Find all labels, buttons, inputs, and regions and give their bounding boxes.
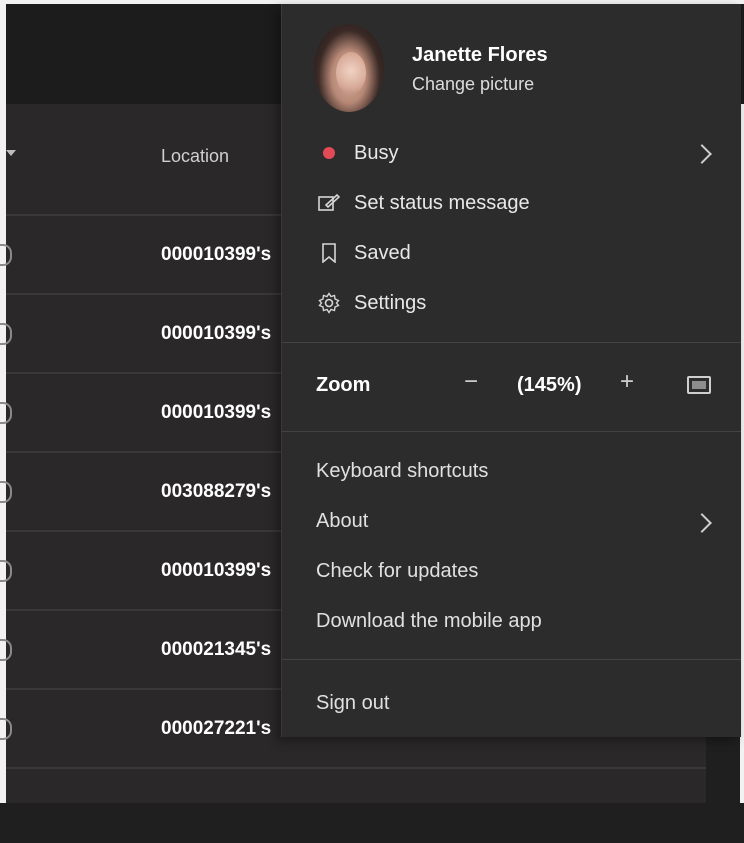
location-cell: 000021345's (161, 639, 272, 660)
location-cell: 000010399's (161, 560, 272, 581)
chevron-right-icon[interactable] (692, 513, 712, 533)
sign-out-item[interactable]: Sign out (316, 692, 389, 715)
menu-divider (282, 431, 741, 432)
row-select-icon[interactable] (0, 481, 12, 503)
change-picture-link[interactable]: Change picture (412, 74, 534, 95)
settings-item[interactable]: Settings (316, 290, 426, 316)
bookmark-icon (316, 240, 342, 266)
check-updates-item[interactable]: Check for updates (316, 560, 478, 583)
chevron-right-icon[interactable] (692, 144, 712, 164)
menu-item-label: Set status message (354, 191, 530, 214)
avatar[interactable] (314, 24, 384, 112)
zoom-label: Zoom (316, 374, 371, 396)
column-header-location[interactable]: Location (161, 146, 229, 167)
row-select-icon[interactable] (0, 402, 12, 424)
location-cell: 000027221's (161, 718, 272, 739)
keyboard-shortcuts-item[interactable]: Keyboard shortcuts (316, 460, 488, 483)
zoom-out-button[interactable]: − (464, 368, 478, 396)
busy-status-icon (316, 140, 342, 166)
zoom-value: (145%) (517, 374, 582, 396)
menu-item-label: Settings (354, 291, 427, 314)
location-cell: 003088279's (161, 481, 272, 502)
gear-icon (316, 290, 342, 316)
menu-divider (282, 342, 741, 343)
saved-item[interactable]: Saved (316, 240, 411, 266)
about-item[interactable]: About (316, 510, 368, 533)
row-select-icon[interactable] (0, 639, 12, 661)
location-cell: 000010399's (161, 402, 272, 423)
row-select-icon[interactable] (0, 560, 12, 582)
profile-menu: Janette Flores Change picture Busy Set s… (281, 4, 741, 737)
zoom-fit-icon[interactable] (687, 376, 711, 394)
set-status-message-item[interactable]: Set status message (316, 190, 530, 216)
avatar-face (336, 52, 366, 94)
row-select-icon[interactable] (0, 718, 12, 740)
zoom-in-button[interactable]: + (620, 368, 634, 396)
status-label: Busy (354, 141, 399, 164)
download-mobile-app-item[interactable]: Download the mobile app (316, 610, 542, 633)
menu-divider (282, 659, 741, 660)
status-busy-item[interactable]: Busy (316, 140, 398, 166)
sort-caret-icon[interactable] (6, 150, 16, 156)
menu-item-label: Saved (354, 241, 411, 264)
user-name: Janette Flores (412, 44, 548, 66)
row-select-icon[interactable] (0, 244, 12, 266)
row-select-icon[interactable] (0, 323, 12, 345)
location-cell: 000010399's (161, 323, 272, 344)
table-row[interactable] (6, 767, 706, 843)
location-cell: 000010399's (161, 244, 272, 265)
edit-status-icon (316, 190, 342, 216)
